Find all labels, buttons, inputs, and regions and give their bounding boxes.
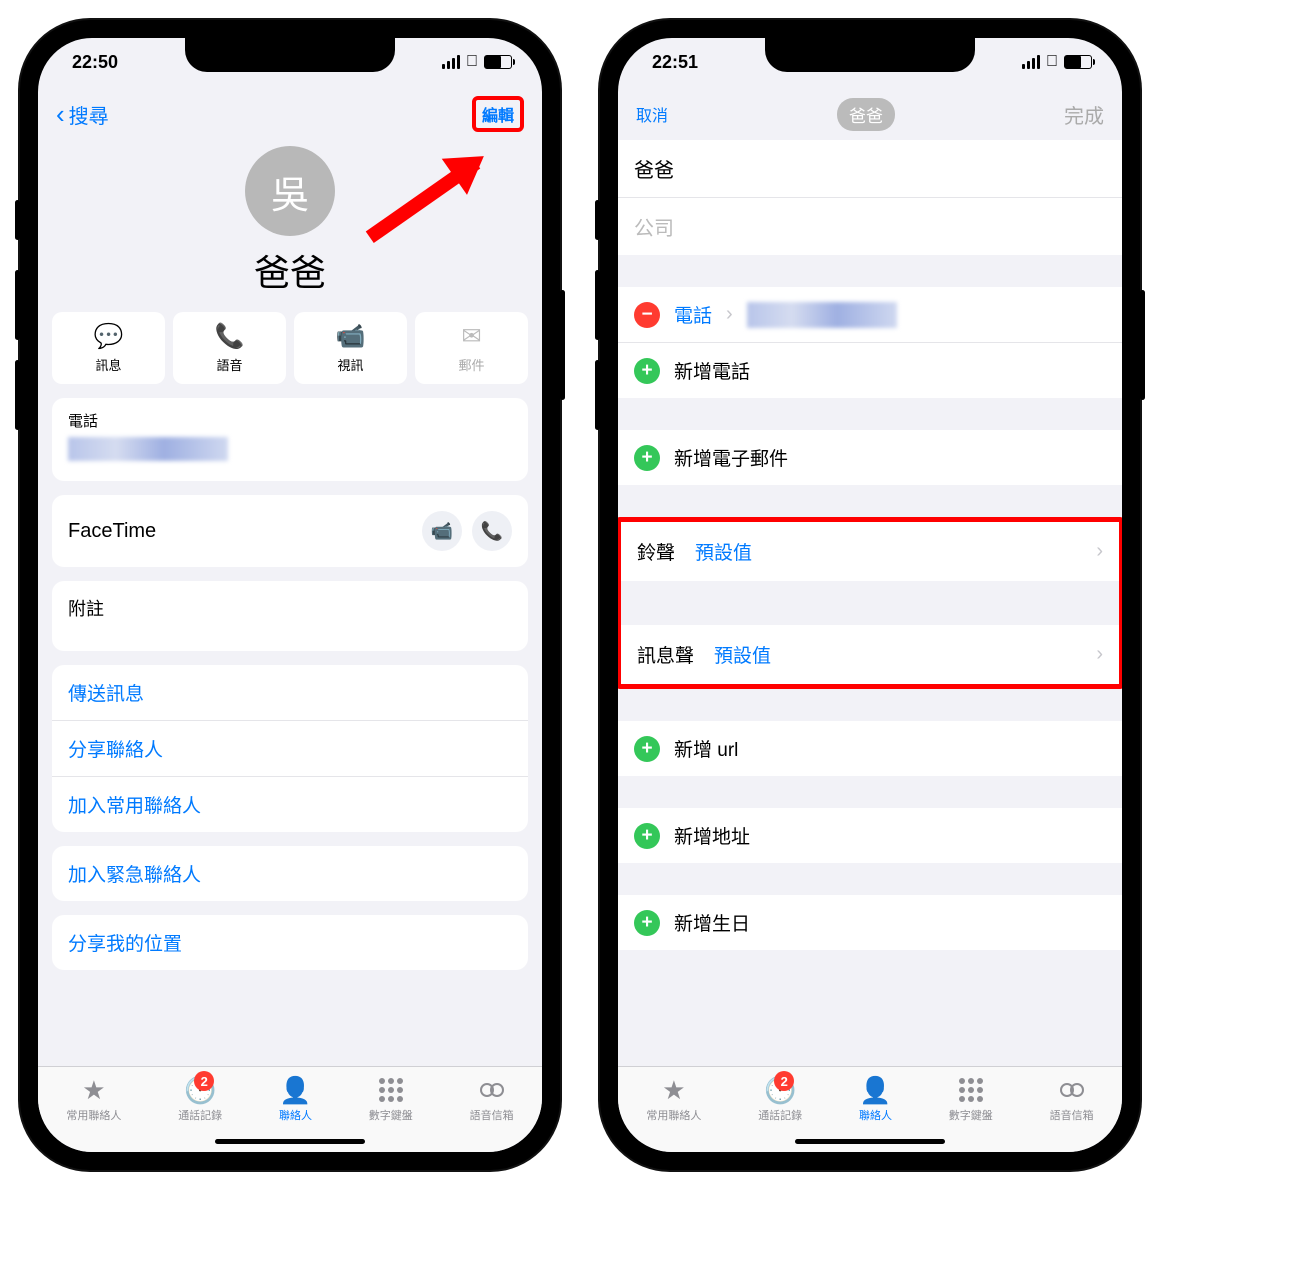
phone-section[interactable]: 電話 — [52, 398, 528, 481]
add-address-row[interactable]: + 新增地址 — [618, 808, 1122, 863]
add-favorite-link[interactable]: 加入常用聯絡人 — [52, 777, 528, 832]
plus-icon: + — [634, 445, 660, 471]
share-contact-link[interactable]: 分享聯絡人 — [52, 721, 528, 777]
tab-favorites[interactable]: ★ 常用聯絡人 — [646, 1075, 701, 1123]
status-time: 22:50 — [72, 52, 118, 73]
tab-contacts[interactable]: 👤 聯絡人 — [279, 1075, 312, 1123]
tab-contacts[interactable]: 👤 聯絡人 — [859, 1075, 892, 1123]
star-icon: ★ — [82, 1075, 105, 1105]
notes-section[interactable]: 附註 — [52, 581, 528, 651]
keypad-icon — [379, 1075, 403, 1105]
emergency-section: 加入緊急聯絡人 — [52, 846, 528, 901]
facetime-label: FaceTime — [68, 520, 156, 543]
battery-icon — [484, 55, 512, 69]
ringtone-row[interactable]: 鈴聲 預設值 › — [621, 522, 1119, 581]
chevron-right-icon: › — [1096, 643, 1103, 666]
tab-voicemail[interactable]: 語音信箱 — [470, 1075, 514, 1123]
name-field[interactable]: 爸爸 — [618, 140, 1122, 198]
done-button[interactable]: 完成 — [1064, 100, 1104, 129]
phone-number-blurred — [747, 302, 897, 328]
tab-recents[interactable]: 🕐 2 通話記錄 — [178, 1075, 222, 1123]
tab-keypad[interactable]: 數字鍵盤 — [949, 1075, 993, 1123]
video-icon: 📹 — [336, 322, 366, 351]
tab-keypad[interactable]: 數字鍵盤 — [369, 1075, 413, 1123]
add-url-row[interactable]: + 新增 url — [618, 721, 1122, 776]
facetime-audio-button[interactable]: 📞 — [472, 511, 512, 551]
action-row: 💬 訊息 📞 語音 📹 視訊 ✉ 郵件 — [38, 312, 542, 398]
mail-button: ✉ 郵件 — [415, 312, 528, 384]
phone-number-blurred — [68, 437, 228, 461]
status-time: 22:51 — [652, 52, 698, 73]
add-birthday-row[interactable]: + 新增生日 — [618, 895, 1122, 950]
company-field[interactable]: 公司 — [618, 198, 1122, 255]
wifi-icon: 􀙇 — [1046, 53, 1058, 71]
notch — [765, 38, 975, 72]
phone-label: 電話 — [68, 410, 98, 431]
chevron-right-icon: › — [726, 303, 733, 326]
plus-icon: + — [634, 358, 660, 384]
minus-icon[interactable]: − — [634, 302, 660, 328]
tab-voicemail[interactable]: 語音信箱 — [1050, 1075, 1094, 1123]
tab-recents[interactable]: 🕐 2 通話記錄 — [758, 1075, 802, 1123]
phone-icon: 📞 — [215, 322, 245, 351]
message-icon: 💬 — [94, 322, 124, 351]
texttone-row[interactable]: 訊息聲 預設值 › — [621, 625, 1119, 684]
phone-left: 22:50 􀙇 ‹ 搜尋 編輯 吳 爸爸 💬 — [20, 20, 560, 1170]
battery-icon — [1064, 55, 1092, 69]
cancel-button[interactable]: 取消 — [636, 102, 668, 126]
phone-icon: 📞 — [481, 521, 503, 542]
back-label: 搜尋 — [69, 100, 109, 129]
keypad-icon — [959, 1075, 983, 1105]
edit-highlight: 編輯 — [472, 96, 524, 132]
share-location-link[interactable]: 分享我的位置 — [52, 915, 528, 970]
signal-icon — [1022, 55, 1040, 69]
notes-label: 附註 — [68, 595, 104, 621]
nav-bar: ‹ 搜尋 編輯 — [38, 86, 542, 136]
plus-icon: + — [634, 823, 660, 849]
contact-name: 爸爸 — [38, 244, 542, 296]
plus-icon: + — [634, 736, 660, 762]
video-icon: 📹 — [431, 521, 453, 542]
location-section: 分享我的位置 — [52, 915, 528, 970]
edit-button[interactable]: 編輯 — [482, 108, 514, 125]
chevron-left-icon: ‹ — [56, 99, 65, 130]
facetime-section: FaceTime 📹 📞 — [52, 495, 528, 567]
add-phone-row[interactable]: + 新增電話 — [618, 343, 1122, 398]
avatar-initial: 吳 — [271, 164, 309, 219]
notch — [185, 38, 395, 72]
facetime-video-button[interactable]: 📹 — [422, 511, 462, 551]
send-message-link[interactable]: 傳送訊息 — [52, 665, 528, 721]
phone-type-label[interactable]: 電話 — [674, 301, 712, 328]
wifi-icon: 􀙇 — [466, 53, 478, 71]
voice-button[interactable]: 📞 語音 — [173, 312, 286, 384]
video-button[interactable]: 📹 視訊 — [294, 312, 407, 384]
mail-icon: ✉ — [461, 322, 481, 351]
home-indicator[interactable] — [795, 1139, 945, 1144]
plus-icon: + — [634, 910, 660, 936]
message-button[interactable]: 💬 訊息 — [52, 312, 165, 384]
phone-row[interactable]: − 電話 › — [618, 287, 1122, 343]
back-button[interactable]: ‹ 搜尋 — [56, 99, 109, 130]
links-section: 傳送訊息 分享聯絡人 加入常用聯絡人 — [52, 665, 528, 832]
voicemail-icon — [1060, 1075, 1084, 1105]
contact-chip: 爸爸 — [837, 98, 895, 131]
avatar[interactable]: 吳 — [245, 146, 335, 236]
home-indicator[interactable] — [215, 1139, 365, 1144]
tones-highlight: 鈴聲 預設值 › 訊息聲 預設值 › — [618, 517, 1122, 689]
tab-favorites[interactable]: ★ 常用聯絡人 — [66, 1075, 121, 1123]
edit-nav-bar: 取消 爸爸 完成 — [618, 86, 1122, 136]
chevron-right-icon: › — [1096, 540, 1103, 563]
star-icon: ★ — [662, 1075, 685, 1105]
person-icon: 👤 — [279, 1075, 311, 1105]
add-email-row[interactable]: + 新增電子郵件 — [618, 430, 1122, 485]
voicemail-icon — [480, 1075, 504, 1105]
person-icon: 👤 — [859, 1075, 891, 1105]
signal-icon — [442, 55, 460, 69]
phone-right: 22:51 􀙇 取消 爸爸 完成 爸爸 公司 − 電話 › — [600, 20, 1140, 1170]
add-emergency-link[interactable]: 加入緊急聯絡人 — [52, 846, 528, 901]
